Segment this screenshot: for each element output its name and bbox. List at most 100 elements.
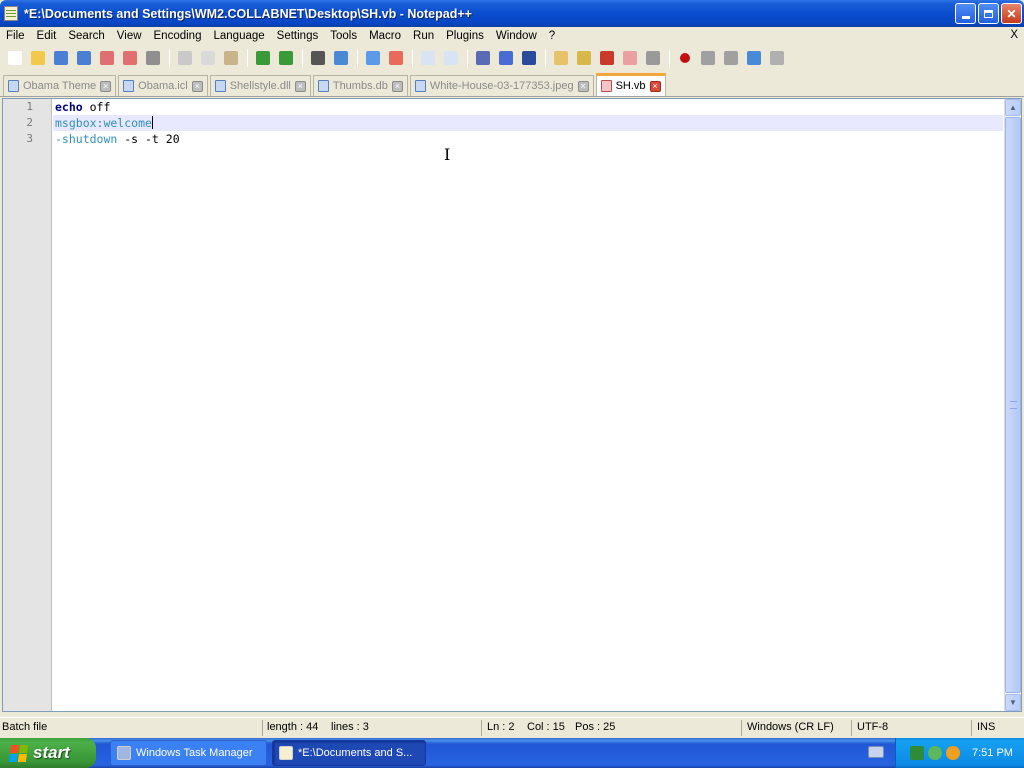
menu-tools[interactable]: Tools	[324, 28, 363, 45]
tab-thumbs-db[interactable]: Thumbs.db ×	[312, 75, 408, 96]
clock[interactable]: 7:51 PM	[972, 747, 1013, 759]
undo-icon	[256, 51, 270, 65]
replace-button[interactable]	[330, 47, 352, 69]
tab-close-icon[interactable]: ×	[577, 80, 589, 92]
status-eol[interactable]: Windows (CR LF)	[747, 721, 834, 733]
status-encoding[interactable]: UTF-8	[857, 721, 888, 733]
tab-white-house-jpeg[interactable]: White-House-03-177353.jpeg ×	[409, 75, 594, 96]
record-macro-button[interactable]	[674, 47, 696, 69]
scroll-down-arrow-icon[interactable]: ▼	[1005, 694, 1021, 711]
code-line[interactable]: echo off	[53, 99, 1003, 115]
menu-run[interactable]: Run	[407, 28, 440, 45]
tab-close-icon[interactable]: ×	[649, 80, 661, 92]
tab-shellstyle-dll[interactable]: Shellstyle.dll ×	[209, 75, 311, 96]
tab-close-icon[interactable]: ×	[391, 80, 403, 92]
save-all-button[interactable]	[73, 47, 95, 69]
green-app-tray-icon[interactable]	[910, 746, 924, 760]
redo-icon	[279, 51, 293, 65]
network-tray-icon[interactable]	[928, 746, 942, 760]
tab-label: White-House-03-177353.jpeg	[429, 80, 574, 92]
copy-icon	[201, 51, 215, 65]
text-caret	[151, 116, 153, 129]
title-bar[interactable]: *E:\Documents and Settings\WM2.COLLABNET…	[0, 0, 1024, 27]
line-number-gutter[interactable]: 1 2 3	[3, 99, 52, 711]
function-list-button[interactable]	[596, 47, 618, 69]
line-number: 1	[26, 100, 33, 113]
taskbar-task-manager[interactable]: Windows Task Manager	[110, 740, 267, 766]
zoom-out-icon	[389, 51, 403, 65]
tab-sh-vb[interactable]: SH.vb ×	[595, 73, 666, 96]
paste-button[interactable]	[220, 47, 242, 69]
scrollbar-thumb[interactable]	[1005, 117, 1021, 693]
doc-map-button[interactable]	[573, 47, 595, 69]
open-file-button[interactable]	[27, 47, 49, 69]
task-label: Windows Task Manager	[136, 747, 253, 759]
tab-close-icon[interactable]: ×	[294, 80, 306, 92]
play-macro-button[interactable]	[720, 47, 742, 69]
menu-edit[interactable]: Edit	[31, 28, 63, 45]
close-document-button[interactable]: X	[1010, 27, 1018, 44]
minimize-button[interactable]	[955, 3, 976, 24]
vertical-scrollbar[interactable]: ▲ ▼	[1004, 99, 1021, 711]
code-line[interactable]: -shutdown -s -t 20	[53, 131, 1003, 147]
find-button[interactable]	[307, 47, 329, 69]
menu-language[interactable]: Language	[207, 28, 270, 45]
keyboard-icon[interactable]	[868, 746, 884, 758]
menu-macro[interactable]: Macro	[363, 28, 407, 45]
text-token: -s -t 20	[117, 132, 180, 146]
copy-button[interactable]	[197, 47, 219, 69]
menu-help[interactable]: ?	[543, 28, 561, 45]
tab-obama-theme[interactable]: Obama Theme ×	[3, 75, 117, 96]
taskbar: start Windows Task Manager *E:\Documents…	[0, 738, 1024, 768]
user-lang-button[interactable]	[550, 47, 572, 69]
status-divider	[262, 720, 263, 736]
notepad-app-icon[interactable]	[4, 6, 18, 21]
notepad-app-icon	[279, 746, 293, 760]
status-insert-mode[interactable]: INS	[977, 721, 995, 733]
code-line-current[interactable]: msgbox:welcome	[53, 115, 1003, 131]
run-macro-multiple-button[interactable]	[743, 47, 765, 69]
stop-macro-button[interactable]	[697, 47, 719, 69]
sync-h-button[interactable]	[440, 47, 462, 69]
editor-area[interactable]: 1 2 3 echo off msgbox:welcome -shutdown …	[2, 98, 1022, 712]
status-divider	[851, 720, 852, 736]
menu-settings[interactable]: Settings	[271, 28, 325, 45]
indent-guide-button[interactable]	[518, 47, 540, 69]
paste-icon	[224, 51, 238, 65]
start-button[interactable]: start	[0, 738, 96, 768]
monitor-button[interactable]	[642, 47, 664, 69]
save-macro-button[interactable]	[766, 47, 788, 69]
tab-obama-icl[interactable]: Obama.icl ×	[118, 75, 208, 96]
scroll-up-arrow-icon[interactable]: ▲	[1005, 99, 1021, 116]
menu-search[interactable]: Search	[62, 28, 110, 45]
close-all-button[interactable]	[119, 47, 141, 69]
sync-v-button[interactable]	[417, 47, 439, 69]
tab-close-icon[interactable]: ×	[100, 80, 112, 92]
cut-button[interactable]	[174, 47, 196, 69]
show-all-chars-button[interactable]	[495, 47, 517, 69]
close-window-button[interactable]: ✕	[1001, 3, 1022, 24]
zoom-in-button[interactable]	[362, 47, 384, 69]
redo-button[interactable]	[275, 47, 297, 69]
menu-plugins[interactable]: Plugins	[440, 28, 490, 45]
save-macro-icon	[770, 51, 784, 65]
menu-encoding[interactable]: Encoding	[148, 28, 208, 45]
zoom-out-button[interactable]	[385, 47, 407, 69]
restore-button[interactable]	[978, 3, 999, 24]
new-file-button[interactable]	[4, 47, 26, 69]
save-button[interactable]	[50, 47, 72, 69]
menu-file[interactable]: File	[0, 28, 31, 45]
print-button[interactable]	[142, 47, 164, 69]
menu-view[interactable]: View	[111, 28, 148, 45]
windows-logo-icon	[8, 744, 29, 762]
folder-workspace-button[interactable]	[619, 47, 641, 69]
taskbar-notepad[interactable]: *E:\Documents and S...	[272, 740, 426, 766]
unsaved-file-icon	[600, 80, 612, 92]
tab-close-icon[interactable]: ×	[191, 80, 203, 92]
menu-window[interactable]: Window	[490, 28, 543, 45]
word-wrap-button[interactable]	[472, 47, 494, 69]
search-tray-icon[interactable]	[946, 746, 960, 760]
undo-button[interactable]	[252, 47, 274, 69]
close-button[interactable]	[96, 47, 118, 69]
code-text-area[interactable]: echo off msgbox:welcome -shutdown -s -t …	[53, 99, 1003, 711]
